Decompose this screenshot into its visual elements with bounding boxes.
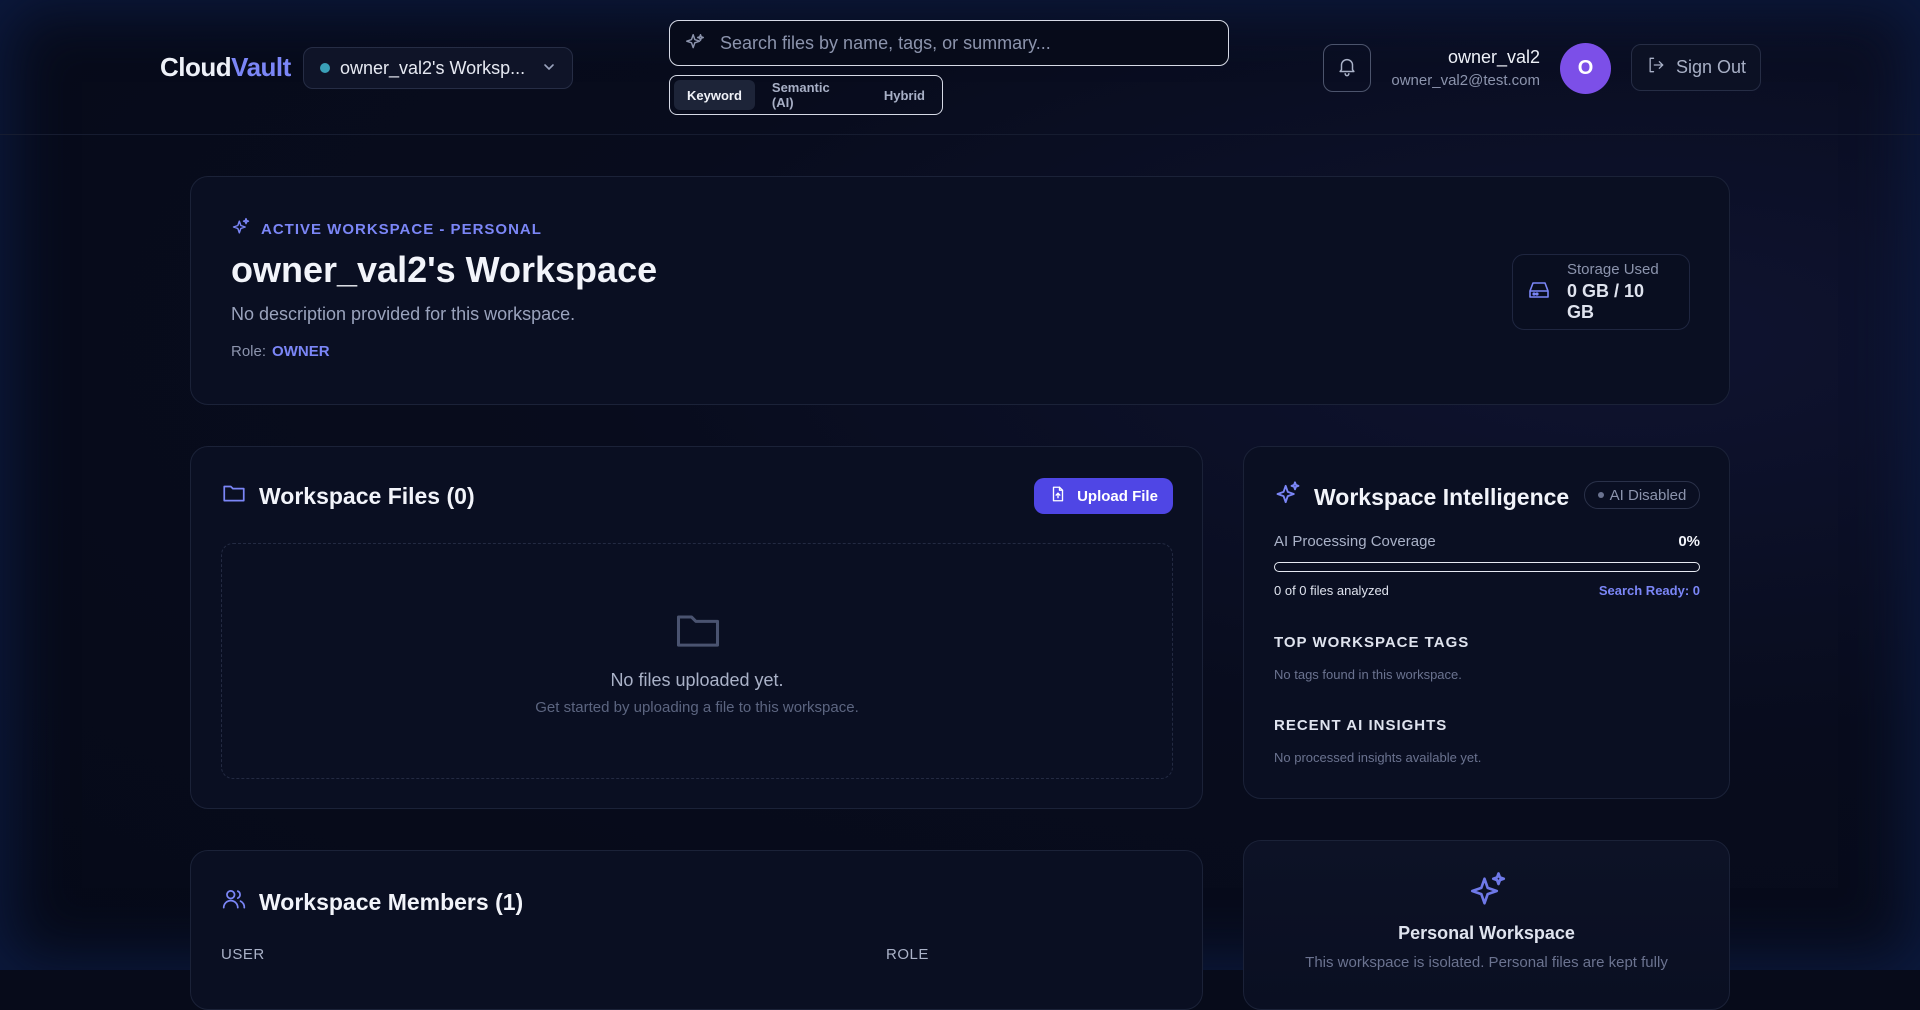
sparkles-icon — [1274, 480, 1302, 514]
coverage-row: AI Processing Coverage 0% — [1274, 533, 1700, 550]
workspace-description: No description provided for this workspa… — [231, 304, 576, 324]
avatar[interactable]: O — [1560, 43, 1611, 94]
personal-workspace-card: Personal Workspace This workspace is iso… — [1243, 840, 1730, 1010]
upload-file-label: Upload File — [1077, 487, 1158, 505]
search-ready: Search Ready: 0 — [1598, 583, 1700, 598]
storage-value: 0 GB / 10 GB — [1567, 281, 1645, 322]
file-dropzone[interactable]: No files uploaded yet. Get started by up… — [221, 543, 1173, 779]
upload-file-button[interactable]: Upload File — [1034, 478, 1173, 514]
brand-logo[interactable]: CloudVault — [160, 52, 291, 83]
notifications-button[interactable] — [1323, 44, 1371, 92]
coverage-stats-row: 0 of 0 files analyzed Search Ready: 0 — [1274, 583, 1700, 598]
files-analyzed: 0 of 0 files analyzed — [1274, 583, 1389, 598]
user-email: owner_val2@test.com — [1391, 72, 1540, 89]
workspace-files-card: Workspace Files (0) Upload File No files… — [190, 446, 1203, 809]
user-name: owner_val2 — [1447, 47, 1540, 67]
search-mode-hybrid[interactable]: Hybrid — [871, 80, 938, 110]
brand-name-accent: Vault — [231, 52, 291, 82]
files-title: Workspace Files (0) — [259, 482, 475, 509]
sparkles-icon — [684, 32, 706, 54]
workspace-hero-card: ACTIVE WORKSPACE - PERSONAL owner_val2's… — [190, 176, 1730, 405]
column-header-user: USER — [221, 946, 265, 963]
files-heading: Workspace Files (0) — [221, 480, 475, 512]
sparkles-icon — [231, 217, 251, 241]
empty-files-title: No files uploaded yet. — [610, 670, 784, 690]
insights-heading: RECENT AI INSIGHTS — [1274, 717, 1448, 734]
app-window: CloudVault owner_val2's Worksp... Keywor… — [0, 0, 1920, 1010]
chevron-down-icon — [542, 60, 556, 77]
workspace-intelligence-card: Workspace Intelligence AI Disabled AI Pr… — [1243, 446, 1730, 799]
tags-note: No tags found in this workspace. — [1274, 667, 1462, 682]
folder-icon — [221, 480, 247, 512]
sparkles-icon — [1467, 870, 1509, 917]
intelligence-heading: Workspace Intelligence — [1274, 480, 1569, 514]
coverage-progress-bar — [1274, 562, 1700, 572]
role-value: OWNER — [272, 343, 330, 360]
members-heading: Workspace Members (1) — [221, 886, 523, 918]
top-header: CloudVault owner_val2's Worksp... Keywor… — [0, 0, 1920, 135]
search-mode-keyword[interactable]: Keyword — [674, 80, 755, 110]
bell-icon — [1336, 55, 1358, 82]
search-box — [669, 20, 1229, 66]
insights-note: No processed insights available yet. — [1274, 750, 1482, 765]
file-upload-icon — [1049, 485, 1067, 507]
empty-files-hint: Get started by uploading a file to this … — [535, 699, 859, 716]
search-mode-toggle: Keyword Semantic (AI) Hybrid — [669, 75, 943, 115]
folder-icon — [672, 604, 724, 661]
storage-text: Storage Used 0 GB / 10 GB — [1567, 261, 1675, 323]
workspace-selector[interactable]: owner_val2's Worksp... — [303, 47, 573, 89]
ai-status-badge: AI Disabled — [1584, 481, 1700, 509]
storage-label: Storage Used — [1567, 261, 1659, 278]
workspace-selector-label: owner_val2's Worksp... — [340, 57, 526, 78]
logout-icon — [1646, 55, 1666, 80]
search-input[interactable] — [720, 32, 1214, 54]
brand-name: Cloud — [160, 52, 232, 82]
column-header-role: ROLE — [886, 946, 929, 963]
hard-drive-icon — [1527, 278, 1551, 307]
workspace-title: owner_val2's Workspace — [231, 249, 658, 290]
workspace-status-dot — [320, 63, 330, 73]
tags-heading: TOP WORKSPACE TAGS — [1274, 634, 1470, 651]
members-title: Workspace Members (1) — [259, 888, 524, 915]
users-icon — [221, 886, 247, 918]
workspace-members-card: Workspace Members (1) USER ROLE — [190, 850, 1203, 1010]
personal-workspace-description: This workspace is isolated. Personal fil… — [1305, 954, 1668, 971]
storage-usage-panel: Storage Used 0 GB / 10 GB — [1512, 254, 1690, 330]
workspace-tagline: ACTIVE WORKSPACE - PERSONAL — [231, 217, 542, 241]
ai-status-label: AI Disabled — [1609, 486, 1687, 504]
personal-workspace-title: Personal Workspace — [1398, 923, 1575, 943]
intelligence-title: Workspace Intelligence — [1314, 483, 1570, 510]
role-label: Role: — [231, 343, 267, 360]
status-dot — [1597, 492, 1604, 498]
workspace-tagline-text: ACTIVE WORKSPACE - PERSONAL — [261, 220, 542, 238]
workspace-role: Role: OWNER — [231, 343, 330, 360]
sign-out-label: Sign Out — [1675, 57, 1747, 77]
sign-out-button[interactable]: Sign Out — [1631, 44, 1761, 91]
coverage-label: AI Processing Coverage — [1274, 533, 1436, 550]
search-mode-semantic[interactable]: Semantic (AI) — [759, 80, 867, 110]
coverage-value: 0% — [1678, 533, 1700, 550]
